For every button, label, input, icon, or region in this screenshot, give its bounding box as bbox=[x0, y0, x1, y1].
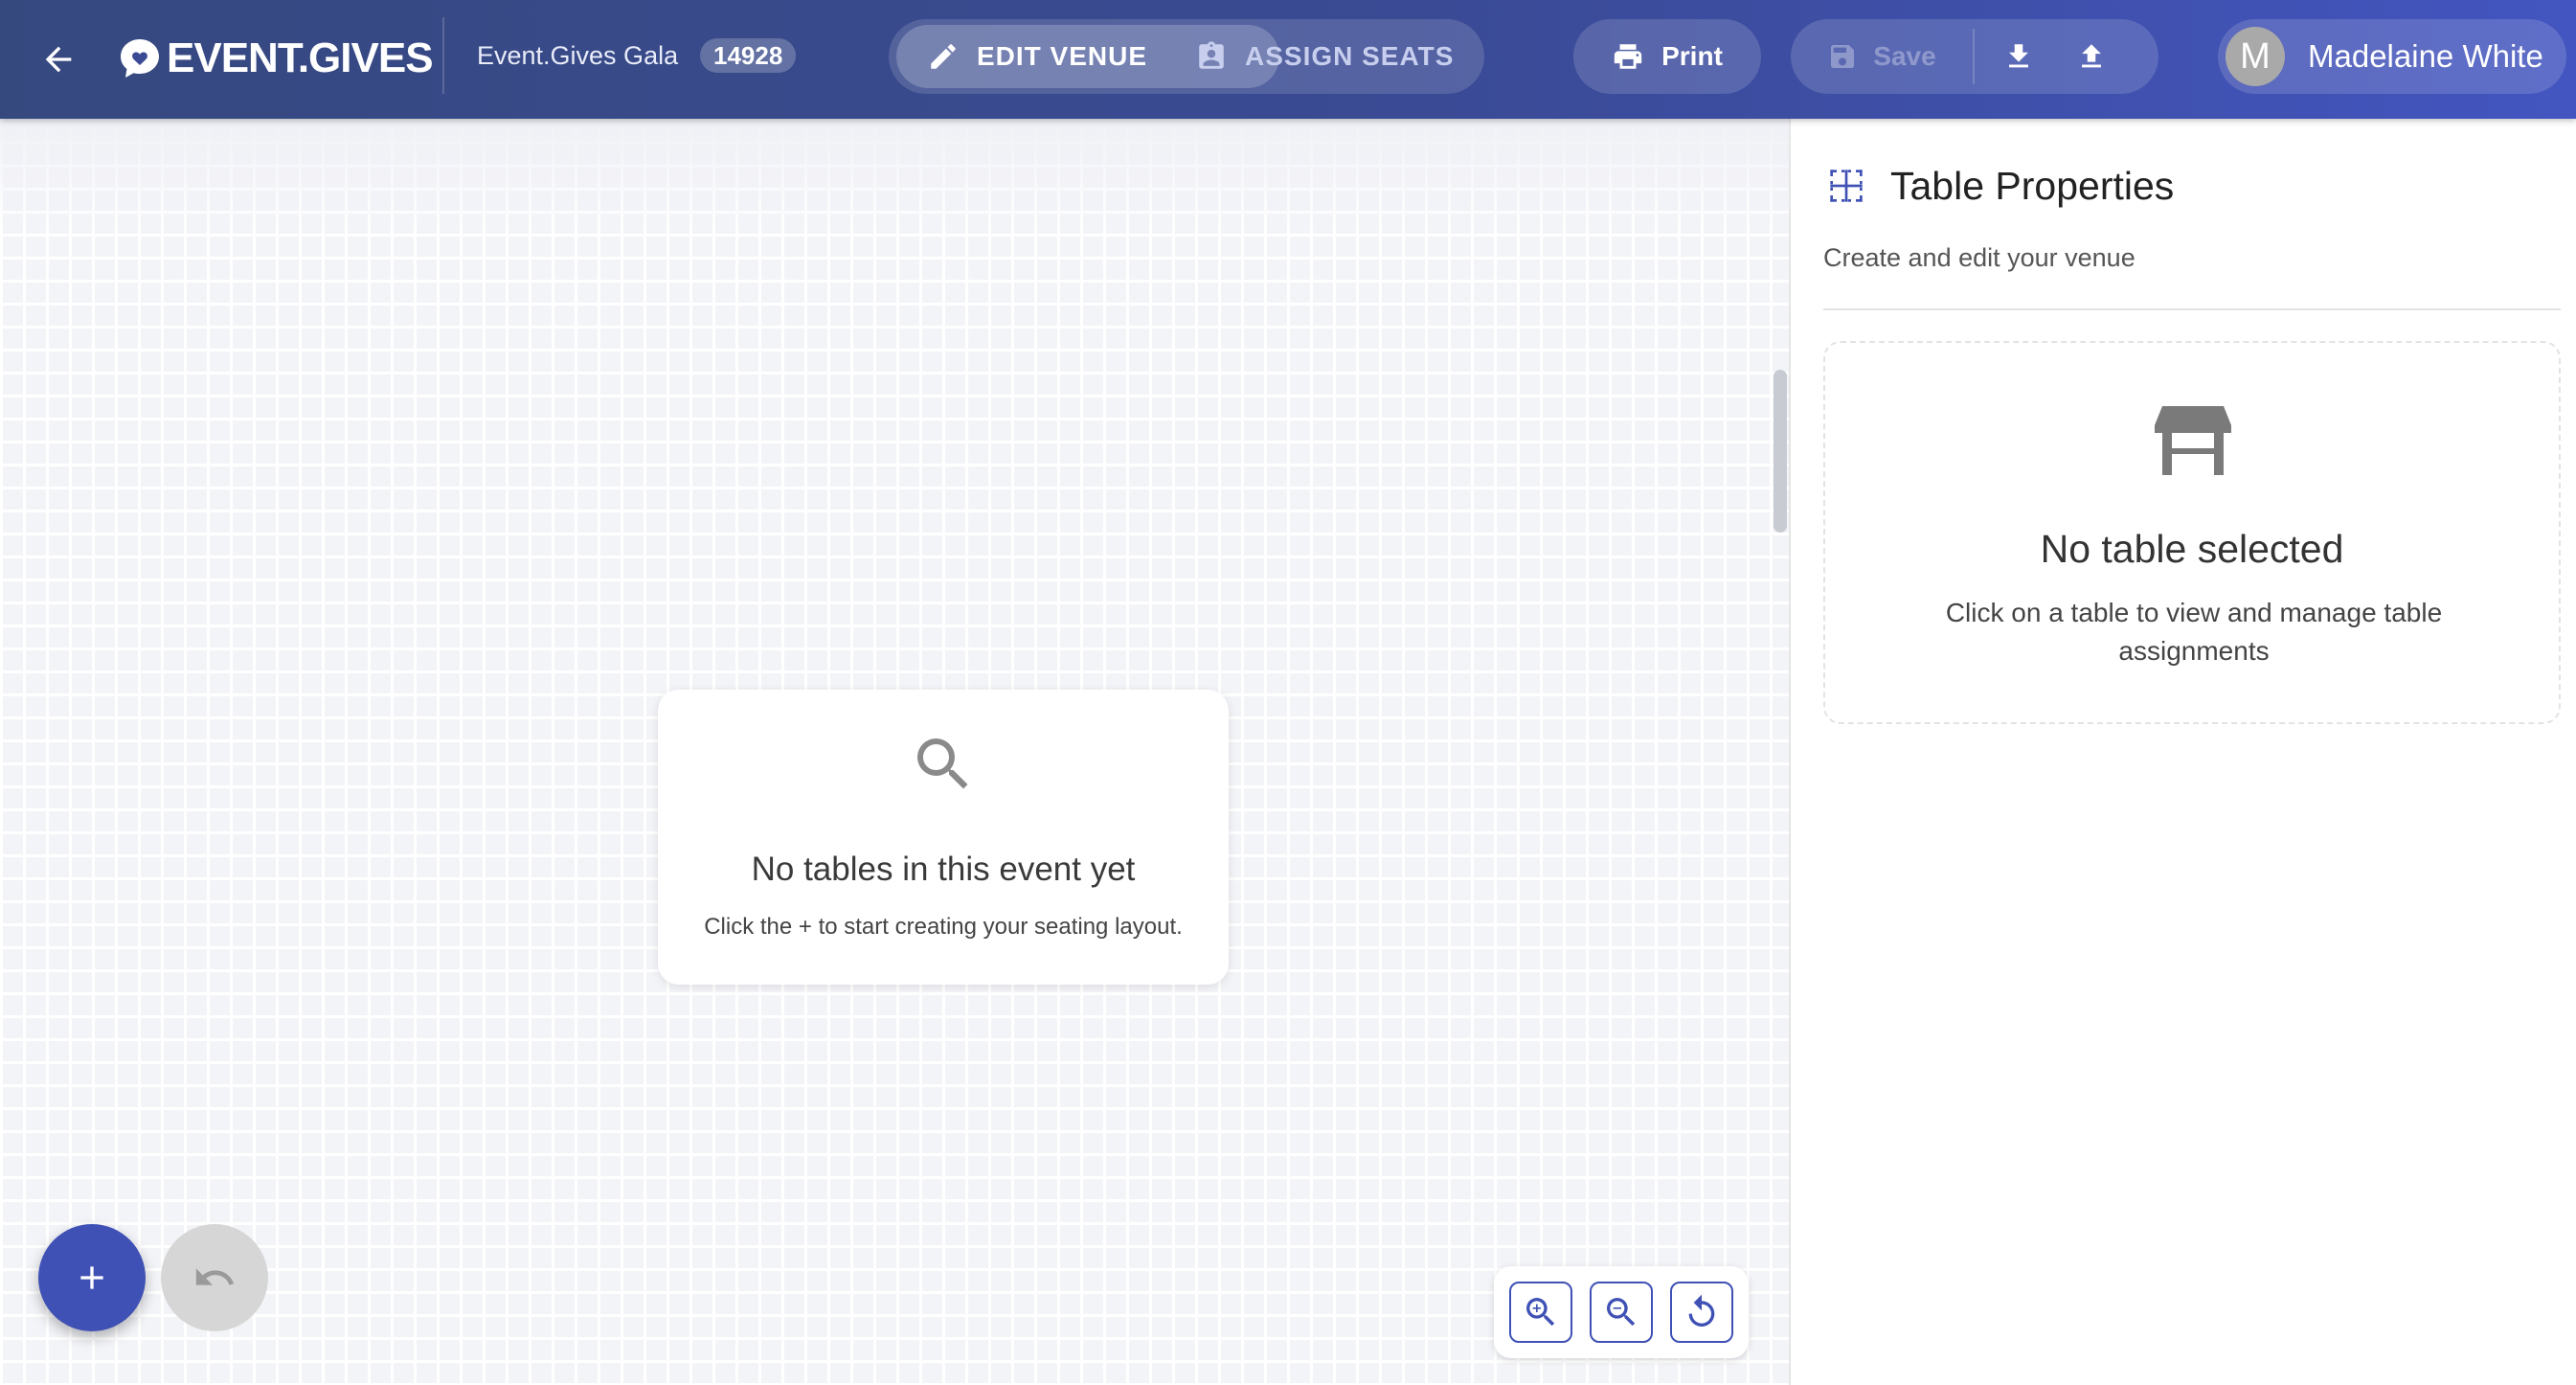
no-selection-text: Click on a table to view and manage tabl… bbox=[1945, 598, 2443, 666]
canvas-top-fade bbox=[0, 119, 1789, 234]
upload-button[interactable] bbox=[2063, 28, 2120, 85]
undo-button[interactable] bbox=[161, 1224, 268, 1331]
app-logo[interactable]: EVENT.GIVES bbox=[117, 29, 434, 88]
canvas-scrollbar[interactable] bbox=[1774, 370, 1787, 533]
table-grid-icon bbox=[1830, 170, 1863, 202]
user-menu-button[interactable]: M Madelaine White bbox=[2218, 19, 2566, 94]
floppy-disk-icon bbox=[1831, 45, 1855, 68]
top-app-bar: EVENT.GIVES Event.Gives Gala 14928 EDIT … bbox=[0, 0, 2576, 119]
edit-venue-label: EDIT VENUE bbox=[977, 41, 1148, 71]
logo-text: EVENT.GIVES bbox=[167, 34, 434, 81]
file-actions-divider bbox=[1973, 29, 1975, 84]
panel-header: Table Properties bbox=[1827, 157, 2174, 215]
search-icon bbox=[917, 738, 968, 789]
printer-icon bbox=[1614, 44, 1642, 69]
reset-icon bbox=[1688, 1294, 1715, 1327]
plus-icon bbox=[80, 1266, 103, 1289]
save-label: Save bbox=[1873, 41, 1936, 71]
upload-icon bbox=[2082, 44, 2101, 68]
save-button[interactable]: Save bbox=[1791, 19, 1973, 94]
clipboard-account-icon bbox=[1199, 41, 1224, 69]
zoom-controls bbox=[1494, 1266, 1749, 1358]
print-label: Print bbox=[1661, 41, 1723, 71]
undo-icon bbox=[195, 1268, 235, 1285]
panel-title: Table Properties bbox=[1890, 163, 2175, 208]
assign-seats-label: ASSIGN SEATS bbox=[1245, 41, 1455, 71]
panel-divider bbox=[1823, 308, 2561, 310]
user-name: Madelaine White bbox=[2308, 38, 2543, 74]
add-table-button[interactable] bbox=[38, 1224, 146, 1331]
print-button[interactable]: Print bbox=[1573, 19, 1761, 94]
assign-seats-tab[interactable]: ASSIGN SEATS bbox=[1195, 25, 1477, 88]
no-selection-card: No table selected Click on a table to vi… bbox=[1823, 341, 2561, 724]
reset-view-button[interactable] bbox=[1670, 1282, 1733, 1343]
header-divider bbox=[442, 17, 444, 94]
table-properties-panel: Table Properties Create and edit your ve… bbox=[1789, 119, 2576, 1385]
mode-toggle-group: EDIT VENUE ASSIGN SEATS bbox=[889, 19, 1484, 94]
download-icon bbox=[2009, 44, 2028, 68]
no-selection-title: No table selected bbox=[2040, 527, 2344, 571]
file-actions-group: Save bbox=[1791, 19, 2158, 94]
zoom-in-icon bbox=[1526, 1298, 1555, 1327]
event-id-badge: 14928 bbox=[700, 38, 797, 73]
avatar: M bbox=[2226, 27, 2285, 86]
zoom-out-icon bbox=[1607, 1298, 1636, 1327]
arrow-left-icon bbox=[45, 46, 72, 73]
pencil-icon bbox=[931, 44, 956, 69]
empty-state-subtitle: Click the + to start creating your seati… bbox=[704, 914, 1183, 940]
chat-bubble-heart-icon bbox=[121, 39, 159, 78]
table-furniture-icon bbox=[2155, 406, 2231, 475]
panel-subtitle: Create and edit your venue bbox=[1823, 243, 2135, 272]
zoom-out-button[interactable] bbox=[1590, 1282, 1653, 1343]
download-button[interactable] bbox=[1990, 28, 2047, 85]
empty-state-card: No tables in this event yet Click the + … bbox=[658, 690, 1229, 985]
event-name: Event.Gives Gala bbox=[477, 41, 679, 70]
empty-state-title: No tables in this event yet bbox=[751, 851, 1136, 888]
venue-canvas[interactable]: No tables in this event yet Click the + … bbox=[0, 119, 1789, 1385]
back-button[interactable] bbox=[25, 26, 92, 93]
zoom-in-button[interactable] bbox=[1509, 1282, 1572, 1343]
